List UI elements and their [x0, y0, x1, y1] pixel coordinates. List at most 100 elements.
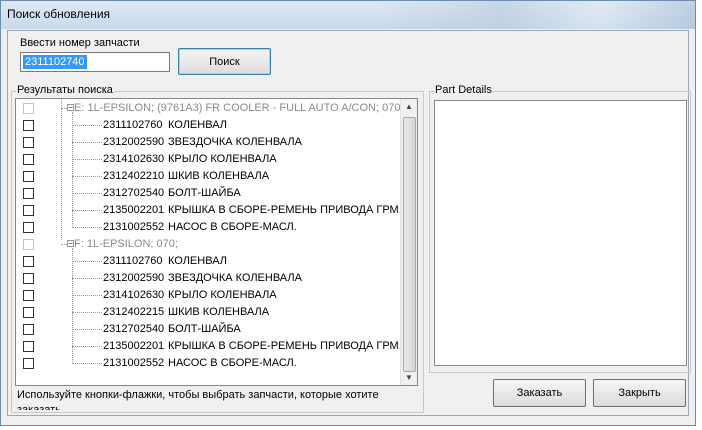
group-checkbox[interactable] — [23, 103, 34, 114]
item-code: 2314102630 — [103, 153, 165, 165]
item-checkbox[interactable] — [23, 307, 34, 318]
tree-item-row[interactable]: 2135002201 КРЫШКА В СБОРЕ-РЕМЕНЬ ПРИВОДА … — [16, 202, 417, 219]
tree-connector — [72, 125, 102, 126]
search-button[interactable]: Поиск — [178, 48, 271, 75]
tree-item-row[interactable]: 2135002201 КРЫШКА В СБОРЕ-РЕМЕНЬ ПРИВОДА … — [16, 338, 417, 355]
part-number-value: 2311102740 — [23, 55, 87, 69]
tree-item-row[interactable]: 2312002590 ЗВЕЗДОЧКА КОЛЕНВАЛА — [16, 134, 408, 151]
item-code: 2314102630 — [103, 289, 165, 301]
tree-item-row[interactable]: 2312702540 БОЛТ-ШАЙБА — [16, 185, 408, 202]
tree-group-label: E: 1L-EPSILON; (9761A3) FR COOLER - FULL… — [74, 102, 404, 114]
tree-item-row[interactable]: 2131002552 НАСОС В СБОРЕ-МАСЛ. — [16, 219, 408, 236]
tree-connector — [72, 295, 102, 296]
item-code: 2135002201 — [103, 204, 165, 216]
tree-connector — [72, 363, 102, 364]
tree-item-row[interactable]: 2311102760 КОЛЕНВАЛ — [16, 253, 408, 270]
tree-item-row[interactable]: 2311102760 КОЛЕНВАЛ — [16, 117, 408, 134]
hint-text: Используйте кнопки-флажки, чтобы выбрать… — [17, 389, 379, 410]
item-name: НАСОС В СБОРЕ-МАСЛ. — [168, 357, 297, 369]
item-code: 2312002590 — [103, 136, 165, 148]
item-checkbox[interactable] — [23, 358, 34, 369]
item-checkbox[interactable] — [23, 324, 34, 335]
item-code: 2131002552 — [103, 221, 165, 233]
item-name: БОЛТ-ШАЙБА — [168, 187, 241, 199]
tree-connector — [72, 261, 102, 262]
item-name: КРЫШКА В СБОРЕ-РЕМЕНЬ ПРИВОДА ГРМ, НИ — [168, 340, 418, 352]
group-checkbox[interactable] — [23, 239, 34, 250]
window-title: Поиск обновления — [7, 7, 111, 21]
item-code: 2312702540 — [103, 323, 165, 335]
tree-connector — [72, 346, 102, 347]
part-details-panel — [434, 100, 687, 366]
item-name: БОЛТ-ШАЙБА — [168, 323, 241, 335]
item-name: КОЛЕНВАЛ — [168, 255, 227, 267]
part-number-label: Ввести номер запчасти — [20, 37, 140, 49]
item-checkbox[interactable] — [23, 154, 34, 165]
item-name: КРЫЛО КОЛЕНВАЛА — [168, 289, 277, 301]
tree-connector — [72, 142, 102, 143]
item-checkbox[interactable] — [23, 341, 34, 352]
order-button[interactable]: Заказать — [493, 379, 586, 407]
tree-connector — [72, 278, 102, 279]
item-code: 2135002201 — [103, 340, 165, 352]
results-scrollbar[interactable]: ▲ ▼ — [400, 99, 417, 385]
tree-connector — [61, 244, 67, 245]
item-checkbox[interactable] — [23, 273, 34, 284]
tree-group-row[interactable]: − E: 1L-EPSILON; (9761A3) FR COOLER - FUL… — [16, 100, 408, 117]
search-results-caption: Результаты поиска — [16, 84, 114, 96]
tree-item-row[interactable]: 2312002590 ЗВЕЗДОЧКА КОЛЕНВАЛА — [16, 270, 408, 287]
close-button[interactable]: Закрыть — [593, 379, 686, 407]
arrow-down-icon[interactable]: ▼ — [403, 372, 415, 384]
tree-item-row[interactable]: 2312402215 ШКИВ КОЛЕНВАЛА — [16, 304, 408, 321]
tree-connector — [72, 210, 102, 211]
item-name: ЗВЕЗДОЧКА КОЛЕНВАЛА — [168, 136, 302, 148]
item-code: 2312702540 — [103, 187, 165, 199]
part-details-caption: Part Details — [434, 84, 493, 96]
item-checkbox[interactable] — [23, 120, 34, 131]
item-code: 2312002590 — [103, 272, 165, 284]
title-bar-glass — [375, 1, 695, 29]
item-name: КРЫЛО КОЛЕНВАЛА — [168, 153, 277, 165]
tree-connector — [72, 329, 102, 330]
tree-item-row[interactable]: 2314102630 КРЫЛО КОЛЕНВАЛА — [16, 151, 408, 168]
item-code: 2312402215 — [103, 306, 165, 318]
item-name: ШКИВ КОЛЕНВАЛА — [168, 170, 270, 182]
item-checkbox[interactable] — [23, 222, 34, 233]
item-code: 2311102760 — [103, 255, 163, 267]
title-bar[interactable]: Поиск обновления — [1, 1, 695, 29]
tree-branch-line — [72, 112, 73, 228]
tree-group-row[interactable]: − F: 1L-EPSILON; 070; — [16, 236, 408, 253]
arrow-up-icon[interactable]: ▲ — [403, 101, 415, 113]
tree-item-row[interactable]: 2312402210 ШКИВ КОЛЕНВАЛА — [16, 168, 408, 185]
item-name: НАСОС В СБОРЕ-МАСЛ. — [168, 221, 297, 233]
part-number-input[interactable]: 2311102740 — [20, 52, 170, 72]
update-search-window: Поиск обновления Ввести номер запчасти 2… — [0, 0, 696, 426]
item-checkbox[interactable] — [23, 205, 34, 216]
item-code: 2311102760 — [103, 119, 163, 131]
minus-icon[interactable]: − — [67, 240, 74, 248]
tree-connector — [72, 176, 102, 177]
scrollbar-thumb[interactable] — [403, 117, 416, 372]
item-checkbox[interactable] — [23, 256, 34, 267]
tree-item-row[interactable]: 2131002552 НАСОС В СБОРЕ-МАСЛ. — [16, 355, 408, 372]
tree-group-label: F: 1L-EPSILON; 070; — [74, 238, 178, 250]
tree-connector — [72, 312, 102, 313]
tree-root-line — [61, 99, 62, 240]
item-code: 2131002552 — [103, 357, 165, 369]
item-checkbox[interactable] — [23, 290, 34, 301]
tree-item-row[interactable]: 2312702540 БОЛТ-ШАЙБА — [16, 321, 408, 338]
tree-item-row[interactable]: 2314102630 КРЫЛО КОЛЕНВАЛА — [16, 287, 408, 304]
item-name: ШКИВ КОЛЕНВАЛА — [168, 306, 270, 318]
item-checkbox[interactable] — [23, 137, 34, 148]
item-code: 2312402210 — [103, 170, 165, 182]
item-name: ЗВЕЗДОЧКА КОЛЕНВАЛА — [168, 272, 302, 284]
minus-icon[interactable]: − — [67, 104, 74, 112]
tree-branch-line — [72, 248, 73, 364]
tree-connector — [72, 227, 102, 228]
tree-connector — [72, 159, 102, 160]
item-name: КРЫШКА В СБОРЕ-РЕМЕНЬ ПРИВОДА ГРМ, НИ — [168, 204, 418, 216]
item-checkbox[interactable] — [23, 171, 34, 182]
item-name: КОЛЕНВАЛ — [168, 119, 227, 131]
item-checkbox[interactable] — [23, 188, 34, 199]
results-tree[interactable]: − E: 1L-EPSILON; (9761A3) FR COOLER - FUL… — [15, 98, 418, 386]
